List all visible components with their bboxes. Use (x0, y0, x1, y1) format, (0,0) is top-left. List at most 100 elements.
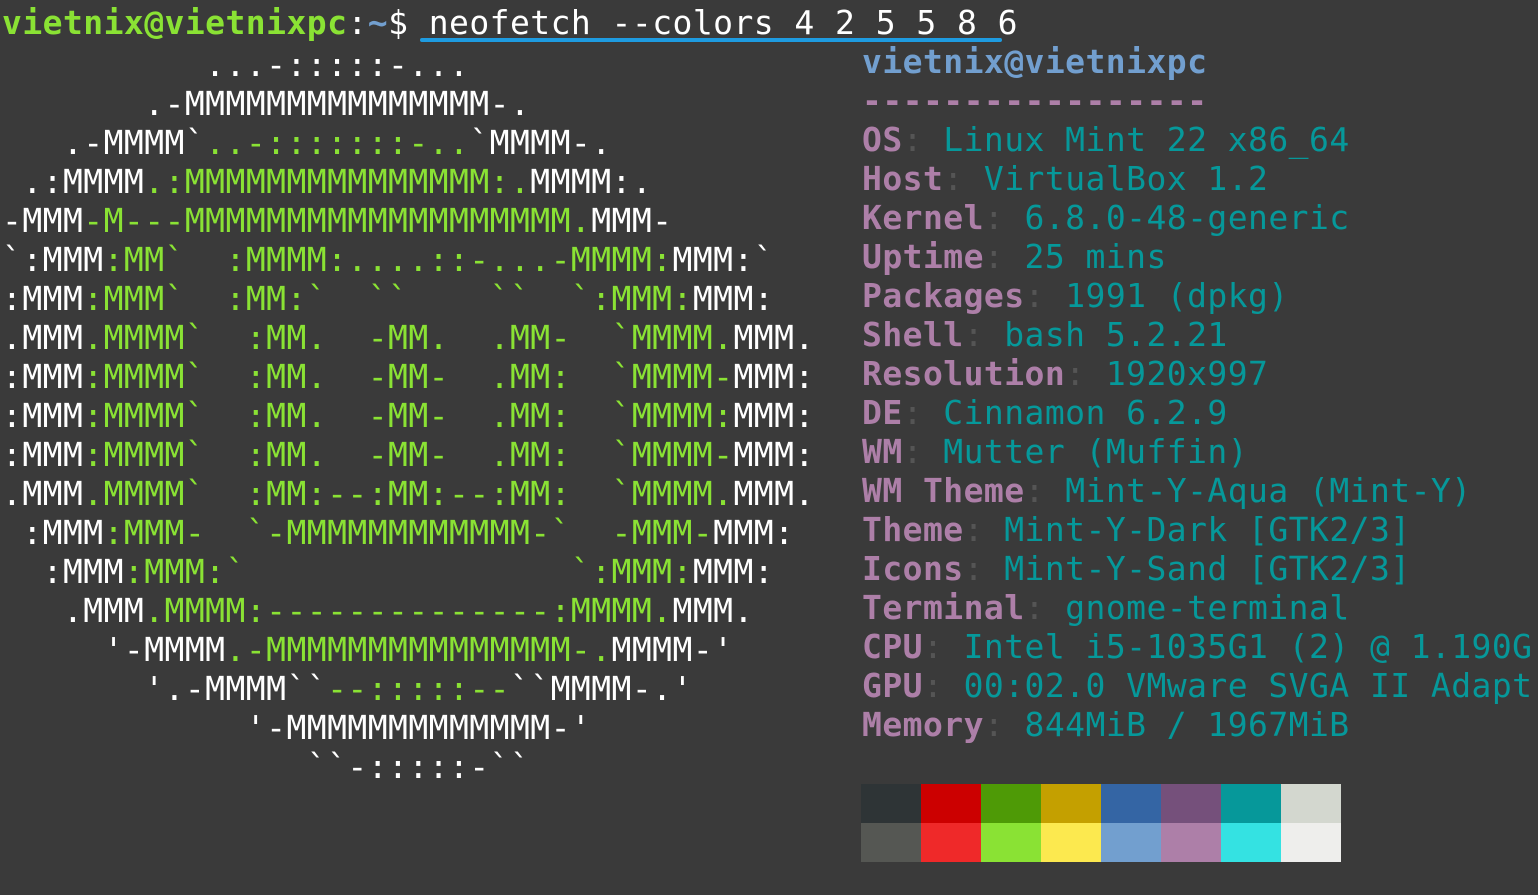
ascii-logo-line: `:MMM:MM` :MMMM:....::-...-MMMM:MMM:` (2, 240, 774, 279)
prompt-user-host: vietnix@vietnixpc (2, 3, 348, 42)
ascii-logo-segment: `:MMM (2, 240, 104, 279)
info-separator: : (943, 159, 984, 198)
prompt-line: vietnix@vietnixpc:~$ neofetch --colors 4… (2, 3, 1018, 42)
command-text[interactable]: neofetch --colors 4 2 5 5 8 6 (429, 3, 1018, 42)
ascii-logo-segment: -M---MMMMMMMMMMMMMMMMMMM. (83, 201, 592, 240)
info-row-memory: Memory: 844MiB / 1967MiB (862, 705, 1350, 744)
palette-bright-6 (1221, 823, 1281, 862)
info-value: 844MiB / 1967MiB (1024, 705, 1350, 744)
ascii-logo-line: ``-:::::-`` (2, 747, 530, 786)
ascii-logo-line: :MMM:MMM` :MM:` `` `` `:MMM:MMM: (2, 279, 774, 318)
palette-normal-0 (861, 784, 921, 823)
info-row-uptime: Uptime: 25 mins (862, 237, 1167, 276)
ascii-logo-segment: .-MMMMMMMMMMMMMMM-. (225, 630, 612, 669)
ascii-logo-segment: :MMM:` `:MMM: (123, 552, 693, 591)
info-key: Uptime (862, 237, 984, 276)
ascii-logo-segment: MMM:` (672, 240, 775, 279)
ascii-logo-segment: MMM: (713, 513, 795, 552)
ascii-logo-segment: .MMM (2, 318, 84, 357)
ascii-logo-line: '.-MMMM``--:::::--``MMMM-.' (2, 669, 693, 708)
info-row-cpu: CPU: Intel i5-1035G1 (2) @ 1.190G (862, 627, 1533, 666)
ascii-logo-line: .-MMMMMMMMMMMMMMM-. (2, 84, 530, 123)
ascii-logo-line: .MMM.MMMM:--------------:MMMM.MMM. (2, 591, 754, 630)
info-value: Mint-Y-Aqua (Mint-Y) (1065, 471, 1472, 510)
ascii-logo-segment: '-MMMM (2, 630, 226, 669)
info-value: 1991 (dpkg) (1065, 276, 1289, 315)
info-row-packages: Packages: 1991 (dpkg) (862, 276, 1289, 315)
info-row-wm-theme: WM Theme: Mint-Y-Aqua (Mint-Y) (862, 471, 1472, 510)
ascii-logo-line: :MMM:MMMM` :MM. -MM- .MM: `MMMM:MMM: (2, 396, 815, 435)
ascii-logo-segment: MMM: (733, 435, 815, 474)
ascii-logo-segment: MMM. (733, 474, 815, 513)
ascii-logo-segment: .:MMMMMMMMMMMMMMM:. (144, 162, 531, 201)
info-row-host: Host: VirtualBox 1.2 (862, 159, 1268, 198)
palette-normal-5 (1161, 784, 1221, 823)
ascii-logo-segment: .MMM (2, 591, 145, 630)
info-separator: : (983, 198, 1025, 237)
info-row-os: OS: Linux Mint 22 x86_64 (862, 120, 1350, 159)
ascii-logo-segment: .MMMM:--------------:MMMM. (144, 591, 673, 630)
ascii-logo-line: '-MMMM.-MMMMMMMMMMMMMMM-.MMMM-' (2, 630, 733, 669)
ascii-logo-segment: :MMMM` :MM. -MM- .MM: `MMMM: (83, 396, 734, 435)
prompt-separator: : (347, 3, 368, 42)
info-header: vietnix@vietnixpc (862, 42, 1208, 81)
ascii-logo-segment: :MMM (2, 279, 84, 318)
color-palette (861, 784, 1341, 862)
info-separator: : (1065, 354, 1106, 393)
palette-normal-1 (921, 784, 981, 823)
palette-normal-2 (981, 784, 1041, 823)
ascii-logo-segment: `MMMM-. (469, 123, 612, 162)
ascii-logo-segment: .-MMMM` (2, 123, 206, 162)
ascii-logo-segment: ..-:::::::-.. (205, 123, 470, 162)
ascii-logo-line: ...-:::::-... (2, 45, 469, 84)
info-value: 1920x997 (1105, 354, 1269, 393)
ascii-logo-segment: MMMM-' (611, 630, 734, 669)
info-separator: : (1024, 276, 1066, 315)
ascii-logo-line: .-MMMM`..-:::::::-..`MMMM-. (2, 123, 612, 162)
info-value: 00:02.0 VMware SVGA II Adapt (963, 666, 1533, 705)
info-separator: : (1024, 471, 1066, 510)
info-row-kernel: Kernel: 6.8.0-48-generic (862, 198, 1350, 237)
info-key: Theme (862, 510, 964, 549)
ascii-logo-line: :MMM:MMMM` :MM. -MM- .MM: `MMMM-MMM: (2, 357, 815, 396)
info-key: CPU (862, 627, 923, 666)
ascii-logo-segment: -MMM (2, 201, 84, 240)
info-row-theme: Theme: Mint-Y-Dark [GTK2/3] (862, 510, 1411, 549)
palette-normal-6 (1221, 784, 1281, 823)
palette-normal-3 (1041, 784, 1101, 823)
info-key: Packages (862, 276, 1025, 315)
ascii-logo-segment: :MMM (2, 357, 84, 396)
ascii-logo-segment: :MMM` :MM:` `` `` `:MMM: (83, 279, 693, 318)
ascii-logo-segment: MMM: (692, 552, 775, 591)
ascii-logo-segment: .MMMM` :MM:--:MM:--:MM: `MMMM. (83, 474, 734, 513)
ascii-logo-segment: --:::::-- (327, 669, 510, 708)
info-row-wm: WM: Mutter (Muffin) (862, 432, 1248, 471)
info-key: OS (862, 120, 903, 159)
info-key: Shell (862, 315, 964, 354)
info-key: GPU (862, 666, 923, 705)
info-key: Host (862, 159, 944, 198)
terminal-window[interactable]: vietnix@vietnixpc:~$ neofetch --colors 4… (0, 0, 1538, 895)
ascii-logo-segment: MMM: (733, 396, 815, 435)
info-separator: : (983, 705, 1025, 744)
info-separator: : (963, 549, 1005, 588)
info-key: Terminal (862, 588, 1025, 627)
info-row-gpu: GPU: 00:02.0 VMware SVGA II Adapt (862, 666, 1533, 705)
ascii-logo-segment: MMMM:. (530, 162, 653, 201)
ascii-logo-segment: MMM. (733, 318, 815, 357)
ascii-logo-segment: .-MMMMMMMMMMMMMMM-. (2, 84, 531, 123)
ascii-logo-line: .MMM.MMMM` :MM. -MM. .MM- `MMMM.MMM. (2, 318, 815, 357)
info-key: Kernel (862, 198, 984, 237)
info-key: Resolution (862, 354, 1066, 393)
ascii-logo-segment: :MMM (2, 396, 84, 435)
info-row-icons: Icons: Mint-Y-Sand [GTK2/3] (862, 549, 1411, 588)
ascii-logo-line: .:MMMM.:MMMMMMMMMMMMMMM:.MMMM:. (2, 162, 652, 201)
palette-bright-5 (1161, 823, 1221, 862)
info-separator: : (963, 510, 1005, 549)
ascii-logo-line: :MMM:MMM:` `:MMM:MMM: (2, 552, 774, 591)
palette-bright-4 (1101, 823, 1161, 862)
ascii-logo-segment: ``-:::::-`` (2, 747, 531, 786)
info-key: DE (862, 393, 903, 432)
ascii-logo-line: '-MMMMMMMMMMMMM-' (2, 708, 591, 747)
info-row-resolution: Resolution: 1920x997 (862, 354, 1268, 393)
